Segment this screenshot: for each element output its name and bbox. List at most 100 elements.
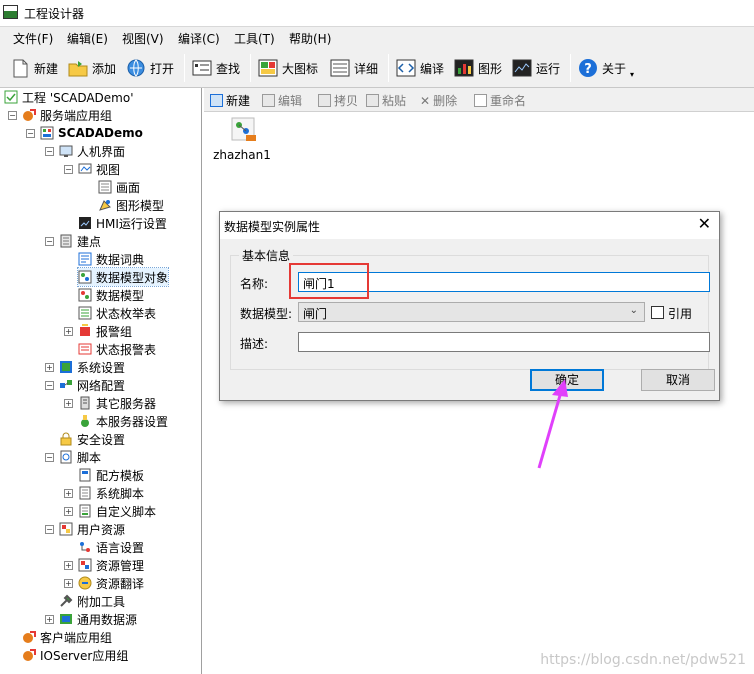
expand-toggle[interactable]: + [64, 579, 73, 588]
tree-node-res-mgr[interactable]: 资源管理 [78, 556, 144, 574]
expand-toggle[interactable]: − [8, 111, 17, 120]
lock-icon [59, 432, 73, 446]
tree-node-state-alarm[interactable]: 状态报警表 [78, 340, 156, 358]
chevron-down-icon[interactable]: ▾ [630, 70, 634, 79]
dialog-title: 数据模型实例属性 [224, 220, 321, 234]
tree-node-data-model-object[interactable]: 数据模型对象 [76, 267, 170, 287]
large-icon-label: 大图标 [282, 61, 319, 76]
detail-button[interactable]: 详细 [330, 56, 378, 80]
tree-node-view[interactable]: 视图 [78, 160, 120, 178]
expand-toggle[interactable]: − [26, 129, 35, 138]
tree-node-project[interactable]: 工程 'SCADADemo' [4, 88, 134, 106]
svg-text:?: ? [584, 62, 592, 77]
content-rename-button[interactable]: 重命名 [474, 92, 526, 109]
content-paste-button[interactable]: 粘贴 [366, 92, 406, 109]
add-button[interactable]: 添加 [68, 56, 116, 80]
tree-node-local-server[interactable]: 本服务器设置 [78, 412, 168, 430]
state-enum-icon [78, 306, 92, 320]
content-item-zhazhan1[interactable]: zhazhan1 [213, 116, 274, 166]
menu-help[interactable]: 帮助(H) [289, 30, 331, 47]
menu-view[interactable]: 视图(V) [122, 30, 164, 47]
tree-node-ioserver-group[interactable]: IOServer应用组 [22, 646, 128, 664]
find-icon [192, 58, 212, 78]
expand-toggle[interactable]: − [45, 453, 54, 462]
local-server-icon [78, 414, 92, 428]
tools-icon [59, 594, 73, 608]
reference-checkbox[interactable] [651, 306, 664, 319]
tree-node-hmi[interactable]: 人机界面 [59, 142, 125, 160]
tree-node-data-dict[interactable]: 数据词典 [78, 250, 144, 268]
help-icon: ? [578, 58, 598, 78]
content-new-button[interactable]: 新建 [210, 92, 250, 109]
expand-toggle[interactable]: + [64, 327, 73, 336]
project-tree: 工程 'SCADADemo' − 服务端应用组 − SCADADemo − 人机… [0, 88, 202, 674]
expand-toggle[interactable]: + [45, 615, 54, 624]
tree-node-net-config[interactable]: 网络配置 [59, 376, 125, 394]
tree-node-server-group[interactable]: 服务端应用组 [22, 106, 112, 124]
tree-node-screen[interactable]: 画面 [98, 178, 140, 196]
expand-toggle[interactable]: + [64, 399, 73, 408]
large-icon-button[interactable]: 大图标 [258, 56, 318, 80]
client-group-icon [22, 630, 36, 644]
tree-node-common-ds[interactable]: 通用数据源 [59, 610, 137, 628]
model-select[interactable]: 闸门 ⌄ [298, 302, 645, 322]
description-label: 描述: [240, 337, 269, 351]
expand-toggle[interactable]: − [45, 147, 54, 156]
close-icon[interactable]: ✕ [698, 215, 711, 233]
tree-node-sys-settings[interactable]: 系统设置 [59, 358, 125, 376]
tree-node-other-server[interactable]: 其它服务器 [78, 394, 156, 412]
edit-icon [262, 94, 275, 107]
tree-node-recipe[interactable]: 配方模板 [78, 466, 144, 484]
content-edit-button[interactable]: 编辑 [262, 92, 302, 109]
tree-node-state-enum[interactable]: 状态枚举表 [78, 304, 156, 322]
server-group-icon [22, 108, 36, 122]
tree-node-user-res[interactable]: 用户资源 [59, 520, 125, 538]
graphics-button[interactable]: 图形 [454, 56, 502, 80]
expand-toggle[interactable]: + [64, 507, 73, 516]
tree-node-client-group[interactable]: 客户端应用组 [22, 628, 112, 646]
recipe-icon [78, 468, 92, 482]
content-item-label: zhazhan1 [213, 148, 271, 162]
tree-node-hmi-run[interactable]: HMI运行设置 [78, 214, 167, 232]
find-button[interactable]: 查找 [192, 56, 240, 80]
name-highlight-box [289, 263, 369, 299]
tree-node-point[interactable]: 建点 [59, 232, 101, 250]
expand-toggle[interactable]: − [45, 237, 54, 246]
open-button[interactable]: 打开 [126, 56, 174, 80]
database-icon [59, 234, 73, 248]
title-bar: 工程设计器 [0, 0, 754, 26]
new-button[interactable]: 新建 [10, 56, 58, 80]
tree-node-graphic-model[interactable]: 图形模型 [98, 196, 164, 214]
menu-file[interactable]: 文件(F) [13, 30, 53, 47]
compile-button[interactable]: 编译 [396, 56, 444, 80]
tree-node-alarm-group[interactable]: 报警组 [78, 322, 132, 340]
menu-edit[interactable]: 编辑(E) [67, 30, 108, 47]
cancel-button[interactable]: 取消 [641, 369, 715, 391]
content-delete-button[interactable]: ✕ 删除 [420, 92, 457, 109]
expand-toggle[interactable]: + [64, 489, 73, 498]
expand-toggle[interactable]: + [45, 363, 54, 372]
expand-toggle[interactable]: − [45, 525, 54, 534]
tree-node-res-trans[interactable]: 资源翻译 [78, 574, 144, 592]
menu-tools[interactable]: 工具(T) [234, 30, 275, 47]
tree-node-data-model[interactable]: 数据模型 [78, 286, 144, 304]
description-field[interactable] [298, 332, 710, 352]
tree-node-security[interactable]: 安全设置 [59, 430, 125, 448]
graphics-icon [454, 58, 474, 78]
about-button[interactable]: ? 关于 ▾ [578, 56, 634, 80]
tree-node-scadademo[interactable]: SCADADemo [40, 124, 143, 142]
copy-icon [318, 94, 331, 107]
expand-toggle[interactable]: + [64, 561, 73, 570]
tree-node-custom-script[interactable]: 自定义脚本 [78, 502, 156, 520]
tree-node-addon[interactable]: 附加工具 [59, 592, 125, 610]
expand-toggle[interactable]: − [45, 381, 54, 390]
tree-node-script[interactable]: 脚本 [59, 448, 101, 466]
run-button[interactable]: 运行 [512, 56, 560, 80]
tree-node-sys-script[interactable]: 系统脚本 [78, 484, 144, 502]
new-file-icon [10, 58, 30, 78]
content-copy-button[interactable]: 拷贝 [318, 92, 358, 109]
expand-toggle[interactable]: − [64, 165, 73, 174]
tree-node-lang[interactable]: 语言设置 [78, 538, 144, 556]
pointer-arrow-icon [537, 379, 568, 469]
menu-compile[interactable]: 编译(C) [178, 30, 220, 47]
